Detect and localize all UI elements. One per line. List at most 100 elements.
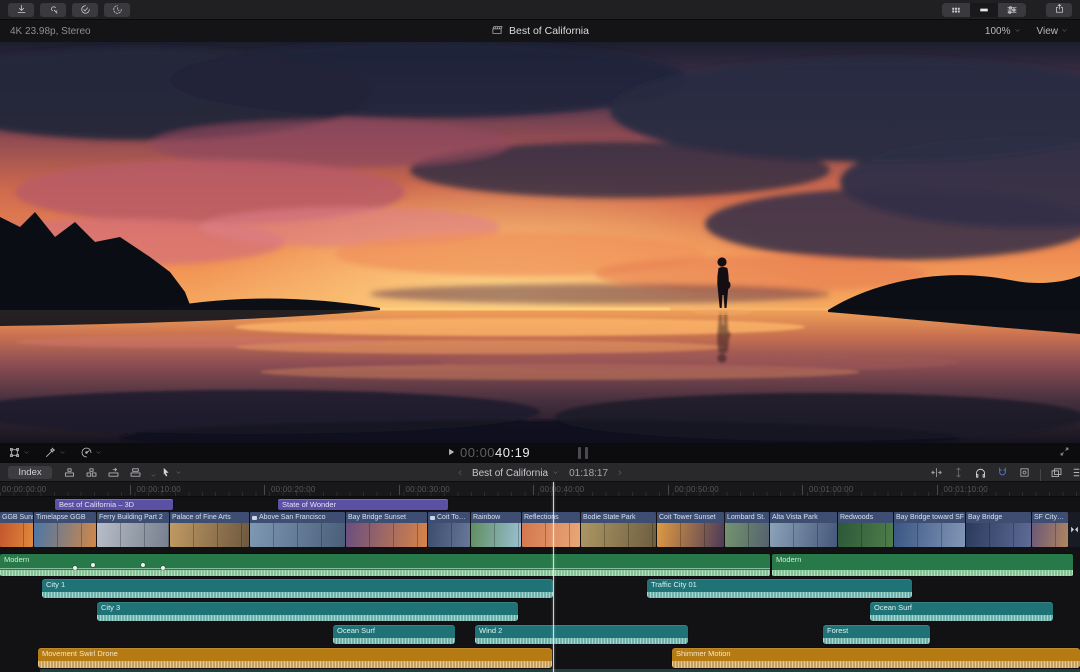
zoom-menu[interactable]: 100% [985, 26, 1021, 37]
audio-clip[interactable]: Ocean Surf [333, 625, 455, 644]
import-button[interactable] [8, 2, 34, 17]
video-clip-thumbnail [471, 523, 521, 547]
timecode-seconds-frames: 40:19 [495, 445, 531, 460]
next-project-button[interactable]: › [618, 467, 622, 479]
timecode-display[interactable]: 00:0040:19 [460, 445, 530, 460]
video-clip[interactable]: Reflections [522, 512, 580, 547]
volume-keyframe[interactable] [161, 566, 165, 570]
video-clip-thumbnail [250, 523, 345, 547]
sound-effect-clip[interactable]: Movement Swirl Drone [38, 648, 552, 668]
ruler-label: 00:01:10:00 [943, 485, 988, 494]
timeline-ruler[interactable]: 00:00:00:00 00:00:10:00 00:00:20:00 00:00:3… [0, 482, 1080, 497]
video-clip[interactable]: Bay Bridge Sunset [346, 512, 427, 547]
effects-wand-menu[interactable] [44, 446, 66, 459]
audio-clip[interactable]: City 3 [97, 602, 518, 621]
favorites-check-button[interactable] [72, 2, 98, 17]
play-button[interactable] [446, 444, 456, 462]
view-menu[interactable]: View [1037, 26, 1069, 37]
volume-keyframe[interactable] [141, 563, 145, 567]
video-clip-thumbnail [34, 523, 96, 547]
video-clip-name: Bay Bridge Sunset [348, 514, 406, 521]
audio-clip[interactable]: Wind 2 [475, 625, 688, 644]
import-icon [17, 4, 25, 13]
video-clip[interactable]: Rainbow [471, 512, 521, 547]
ruler-label: 00:00:50:00 [674, 485, 719, 494]
viewer-tools [8, 446, 102, 459]
audio-skim-icon [956, 467, 961, 478]
ruler-label: 00:00:20:00 [271, 485, 316, 494]
video-clip[interactable]: Coit To… [428, 512, 470, 547]
audio-waveform [823, 638, 930, 644]
video-clip[interactable]: Palace of Fine Arts [170, 512, 249, 547]
grid-view-button[interactable] [942, 2, 970, 17]
audio-clip[interactable]: Traffic City 01 [647, 579, 912, 598]
audio-clip-name: City 3 [101, 603, 121, 612]
video-clip-thumbnail [1032, 523, 1068, 547]
transform-menu[interactable] [8, 446, 30, 459]
video-clip[interactable]: Alta Vista Park [770, 512, 837, 547]
video-clip[interactable]: Lombard St. [725, 512, 769, 547]
sound-effect-clip[interactable]: Shimmer Motion [672, 648, 1080, 668]
audio-clip[interactable]: City 1 [42, 579, 553, 598]
video-clip[interactable]: SF City… [1032, 512, 1068, 547]
volume-keyframe[interactable] [91, 563, 95, 567]
ruler-tick [936, 485, 938, 495]
clapper-icon [491, 24, 503, 39]
keyword-editor-button[interactable] [40, 2, 66, 17]
title-clip[interactable]: Best of California – 3D [55, 499, 173, 510]
clip-badge-icon [430, 515, 435, 520]
toolbar-left-buttons [0, 2, 138, 17]
volume-keyframe[interactable] [73, 566, 77, 570]
video-clip[interactable]: GGB Sunset [0, 512, 33, 547]
audio-clip[interactable]: Forest [823, 625, 930, 644]
audio-clip-name: City 1 [46, 580, 66, 589]
color-gauge-menu[interactable] [80, 446, 102, 459]
share-button[interactable] [1046, 2, 1072, 17]
filter-button[interactable] [998, 2, 1026, 17]
video-clip[interactable]: Above San Francisco [250, 512, 345, 547]
audio-clip[interactable]: Ocean Surf [870, 602, 1053, 621]
video-clip[interactable]: Bay Bridge toward SF [894, 512, 965, 547]
prev-project-button[interactable]: ‹ [458, 467, 462, 479]
title-clip[interactable]: State of Wonder [278, 499, 448, 510]
expand-icon [1060, 447, 1069, 455]
video-clip-name: GGB Sunset [2, 514, 33, 521]
chevron-icon [1062, 28, 1067, 32]
playhead[interactable] [553, 482, 554, 672]
video-clip-name: Coit Tower Sunset [659, 514, 716, 521]
music-clip[interactable]: Modern [0, 554, 770, 576]
project-dropdown[interactable]: Best of California [472, 468, 559, 479]
video-clip[interactable]: Redwoods [838, 512, 893, 547]
background-tasks-button[interactable] [104, 2, 130, 17]
audio-waveform [42, 592, 553, 598]
video-clip[interactable]: Bay Bridge [966, 512, 1031, 547]
grid-view-icon [952, 7, 960, 12]
video-clip[interactable]: Bodie State Park [581, 512, 656, 547]
effects-browser-icon [1020, 468, 1029, 477]
timecode-hours-minutes: 00:00 [460, 445, 496, 460]
ruler-label: 00:00:30:00 [405, 485, 450, 494]
audio-waveform [38, 661, 552, 668]
video-clip[interactable]: Timelapse GGB [34, 512, 96, 547]
sunset-scene [0, 42, 1080, 443]
ruler-tick [129, 485, 131, 495]
ruler-tick [533, 485, 534, 495]
video-clip-thumbnail [838, 523, 893, 547]
video-clip-name: Rainbow [473, 514, 501, 521]
volume-line[interactable] [0, 568, 770, 569]
video-clip-name: Bodie State Park [583, 514, 636, 521]
music-clip[interactable]: Modern [772, 554, 1073, 576]
chevron-down-icon [24, 451, 29, 454]
transition-clip[interactable] [1068, 512, 1080, 547]
filmstrip-view-button[interactable] [970, 2, 998, 17]
audio-waveform [672, 661, 1080, 668]
video-clip[interactable]: Coit Tower Sunset [657, 512, 724, 547]
transform-icon [9, 447, 20, 458]
audio-waveform [97, 615, 518, 621]
video-clip[interactable]: Ferry Building Part 2 [97, 512, 169, 547]
audio-clip-name: Forest [827, 626, 849, 635]
video-clip-thumbnail [522, 523, 580, 547]
fullscreen-button[interactable] [1059, 444, 1070, 462]
audio-clip-name: Ocean Surf [874, 603, 912, 612]
video-clip-name: Palace of Fine Arts [172, 514, 231, 521]
